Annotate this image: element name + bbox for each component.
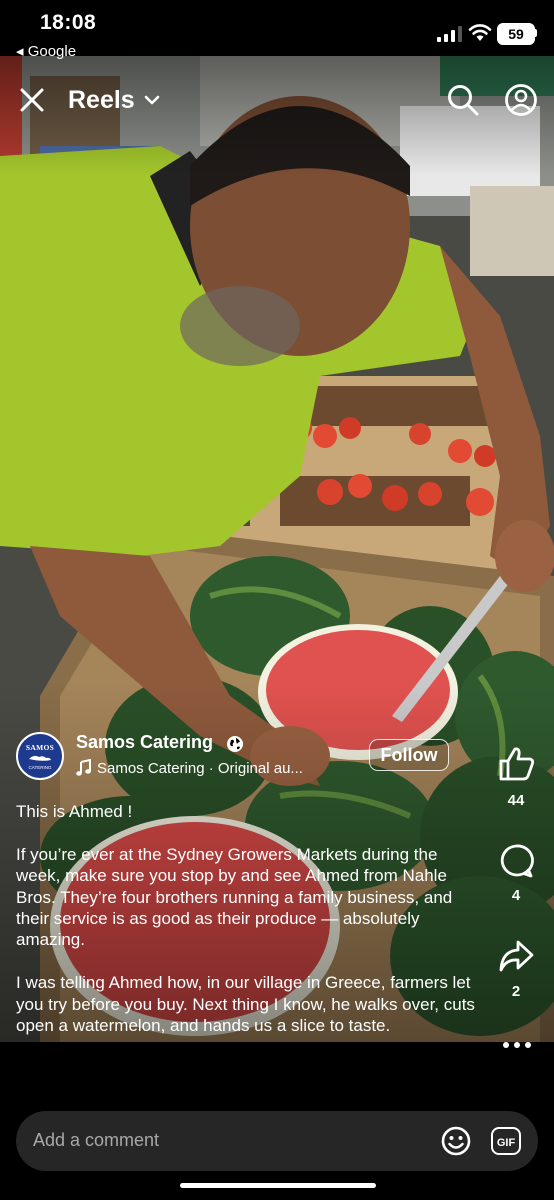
share-icon[interactable] (498, 939, 534, 973)
share-count: 2 (511, 983, 521, 1000)
globe-icon (227, 736, 243, 752)
caption-paragraph-2: If you’re ever at the Sydney Growers Mar… (16, 844, 453, 950)
caption-paragraph-1: This is Ahmed ! (16, 802, 133, 821)
avatar-logo-subtext: CATERING (28, 765, 52, 770)
like-thumbs-up-icon[interactable] (498, 746, 536, 782)
author-name[interactable]: Samos Catering (76, 732, 213, 753)
follow-button[interactable]: Follow (369, 739, 449, 771)
search-icon[interactable] (446, 83, 480, 117)
audio-label[interactable]: Samos Catering · Original au... (97, 760, 303, 777)
reel-caption[interactable]: This is Ahmed ! If you’re ever at the Sy… (16, 801, 476, 1036)
author-avatar[interactable]: SAMOS CATERING (16, 732, 64, 780)
battery-tip (534, 29, 537, 37)
status-time: 18:08 (40, 11, 97, 34)
gif-button[interactable]: GIF (491, 1127, 521, 1155)
battery-indicator: 59 (497, 23, 535, 45)
chevron-down-icon[interactable] (142, 90, 162, 110)
more-options-icon[interactable] (502, 1040, 532, 1050)
home-indicator (180, 1183, 376, 1188)
back-to-google-link[interactable]: ◂ Google (16, 42, 76, 60)
wifi-icon (468, 24, 492, 41)
comment-input[interactable]: Add a comment (33, 1130, 159, 1151)
status-bar: 18:08 ◂ Google 59 (0, 0, 554, 60)
profile-icon[interactable] (504, 83, 538, 117)
like-count: 44 (507, 792, 525, 809)
music-note-icon (76, 759, 91, 776)
emoji-icon[interactable] (441, 1126, 471, 1156)
comment-count: 4 (511, 887, 521, 904)
avatar-logo-text: SAMOS (25, 743, 55, 752)
close-icon[interactable] (18, 86, 46, 114)
comment-icon[interactable] (498, 843, 534, 879)
reels-title[interactable]: Reels (68, 86, 135, 115)
caption-paragraph-3: I was telling Ahmed how, in our village … (16, 973, 475, 1036)
cellular-signal-icon (437, 26, 462, 42)
island-logo-icon (29, 755, 51, 761)
comment-bar[interactable]: Add a comment GIF (16, 1111, 538, 1171)
